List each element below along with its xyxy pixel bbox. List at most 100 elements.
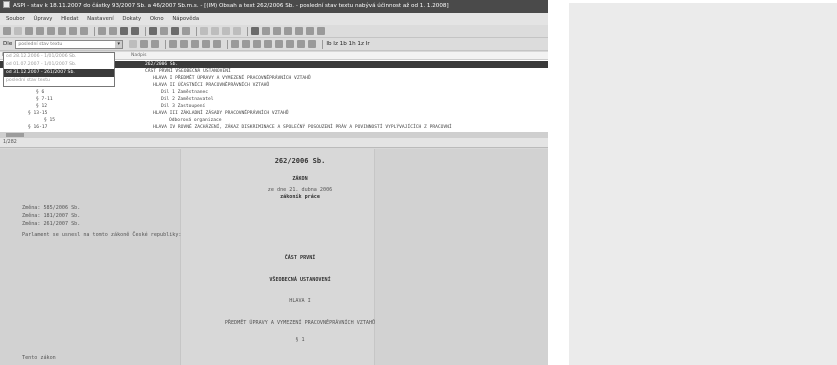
menu-item-soubor[interactable]: Soubor — [6, 16, 25, 22]
toolbar-button[interactable] — [286, 40, 295, 48]
toolbar-button[interactable] — [182, 27, 190, 35]
toc-row[interactable]: § 16-17 HLAVA IV ROVNÉ ZACHÁZENÍ, ZÁKAZ D… — [0, 124, 548, 131]
menu-item-napoveda[interactable]: Nápověda — [172, 16, 199, 22]
toc-row-paragraph: § 12 — [36, 104, 48, 109]
change-row: Změna: 261/2007 Sb. — [22, 221, 80, 227]
toolbar-button[interactable] — [284, 27, 292, 35]
change-link[interactable]: 261/2007 Sb. — [43, 221, 80, 227]
toolbar-glyphs[interactable]: Ib Iz 1b 1h 1z Ir — [326, 41, 369, 47]
toolbar-button[interactable] — [202, 40, 211, 48]
toolbar-button[interactable] — [295, 27, 303, 35]
toc-row-paragraph: § 13-15 — [28, 111, 48, 116]
change-link[interactable]: 585/2006 Sb. — [43, 205, 80, 211]
toolbar-button[interactable] — [273, 27, 281, 35]
toolbar-button[interactable] — [222, 27, 230, 35]
dropdown-option[interactable]: od 31.12.2007 - 261/2007 Sb. — [4, 69, 114, 77]
scrollbar-thumb[interactable] — [6, 133, 24, 137]
toolbar-button[interactable] — [211, 27, 219, 35]
toolbar-button[interactable] — [58, 27, 66, 35]
change-label: Změna: — [22, 213, 41, 219]
version-toolbar: Dle poslední stav textu ▾ Ib Iz 1b 1h 1z… — [0, 38, 548, 51]
toolbar-button[interactable] — [109, 27, 117, 35]
toolbar-button[interactable] — [120, 27, 128, 35]
toolbar-button[interactable] — [262, 27, 270, 35]
toolbar-button[interactable] — [171, 27, 179, 35]
document-view[interactable]: 262/2006 Sb. ZÁKON ze dne 21. dubna 2006… — [0, 149, 548, 365]
toolbar-button[interactable] — [264, 40, 273, 48]
toolbar-button[interactable] — [140, 40, 149, 48]
dropdown-option[interactable]: od 01.07.2007 - 1/01/2007 Sb. — [4, 61, 114, 69]
empty-side-panel — [569, 3, 837, 365]
toc-row-title: Díl 1 Zaměstnanec — [161, 90, 209, 95]
version-select[interactable]: poslední stav textu ▾ — [15, 39, 124, 49]
doc-part-title: VŠEOBECNÁ USTANOVENÍ — [269, 277, 331, 283]
position-status: 1/282 — [0, 138, 548, 148]
toc-row-title: Díl 3 Zastoupení — [161, 104, 206, 109]
doc-preamble: Parlament se usnesl na tomto zákoně Česk… — [22, 232, 182, 238]
toc-row-paragraph: § 7-11 — [36, 97, 53, 102]
toc-row[interactable]: § 6 Díl 1 Zaměstnanec — [0, 89, 548, 96]
toolbar-button[interactable] — [36, 27, 44, 35]
toolbar-button[interactable] — [231, 40, 240, 48]
toolbar-button[interactable] — [131, 27, 139, 35]
dropdown-options: od 28.12.2006 - 1/01/2006 Sb. od 01.07.20… — [4, 53, 114, 85]
toolbar-button[interactable] — [251, 27, 259, 35]
toolbar-button[interactable] — [180, 40, 189, 48]
menu-item-okno[interactable]: Okno — [150, 16, 164, 22]
doc-subject: zákoník práce — [280, 194, 320, 200]
menu-item-hledat[interactable]: Hledat — [61, 16, 78, 22]
dropdown-option[interactable]: poslední stav textu — [4, 77, 114, 85]
toolbar-button[interactable] — [169, 40, 178, 48]
toolbar-button[interactable] — [253, 40, 262, 48]
toolbar-button[interactable] — [233, 27, 241, 35]
toc-row[interactable]: § 13-15 HLAVA III ZÁKLADNÍ ZÁSADY PRACOVN… — [0, 110, 548, 117]
menu-bar: Soubor Úpravy Hledat Nastavení Dokaty Ok… — [0, 13, 548, 25]
doc-kind: ZÁKON — [292, 176, 308, 182]
toc-row-paragraph: § 15 — [44, 118, 56, 123]
toc-row[interactable]: § 7-11 Díl 2 Zaměstnavatel — [0, 96, 548, 103]
toolbar-separator — [247, 26, 248, 36]
toolbar-button[interactable] — [14, 27, 22, 35]
toc-row[interactable]: § 15 Odborová organizace — [0, 117, 548, 124]
doc-date: ze dne 21. dubna 2006 — [267, 187, 333, 193]
version-dropdown-list[interactable]: od 28.12.2006 - 1/01/2006 Sb. od 01.07.20… — [3, 52, 115, 87]
toc-row[interactable]: § 12 Díl 3 Zastoupení — [0, 103, 548, 110]
toolbar-button[interactable] — [306, 27, 314, 35]
menu-item-nastaveni[interactable]: Nastavení — [87, 16, 114, 22]
toolbar-button[interactable] — [47, 27, 55, 35]
toolbar-button[interactable] — [25, 27, 33, 35]
toc-row-paragraph: § 16-17 — [28, 125, 48, 130]
toolbar-separator — [196, 26, 197, 36]
toolbar-button[interactable] — [129, 40, 138, 48]
toc-row-title: HLAVA I PŘEDMĚT ÚPRAVY A VYMEZENÍ PRACOV… — [153, 76, 311, 81]
change-row: Změna: 585/2006 Sb. — [22, 205, 80, 211]
menu-item-upravy[interactable]: Úpravy — [33, 16, 52, 22]
dropdown-option[interactable]: od 28.12.2006 - 1/01/2006 Sb. — [4, 53, 114, 61]
toolbar-button[interactable] — [213, 40, 222, 48]
version-select-value: poslední stav textu — [18, 41, 63, 47]
app-icon — [3, 1, 10, 8]
toolbar-separator — [94, 26, 95, 36]
toc-row-title: Odborová organizace — [169, 118, 222, 123]
toolbar-button[interactable] — [160, 27, 168, 35]
toolbar-button[interactable] — [191, 40, 200, 48]
toolbar-button[interactable] — [3, 27, 11, 35]
toolbar-button[interactable] — [297, 40, 306, 48]
toolbar-button[interactable] — [200, 27, 208, 35]
toc-row-title: 262/2006 Sb. — [145, 62, 179, 67]
toolbar-button[interactable] — [69, 27, 77, 35]
toc-row-title: HLAVA IV ROVNÉ ZACHÁZENÍ, ZÁKAZ DISKRIMI… — [153, 125, 452, 130]
chevron-down-icon[interactable]: ▾ — [115, 40, 123, 48]
toolbar-button[interactable] — [80, 27, 88, 35]
toolbar-button[interactable] — [151, 40, 160, 48]
doc-number: 262/2006 Sb. — [274, 157, 326, 165]
change-link[interactable]: 181/2007 Sb. — [43, 213, 80, 219]
menu-item-dokaty[interactable]: Dokaty — [122, 16, 141, 22]
toolbar-button[interactable] — [149, 27, 157, 35]
toolbar-button[interactable] — [242, 40, 251, 48]
doc-footer-text: Tento zákon — [22, 355, 56, 361]
toolbar-button[interactable] — [308, 40, 317, 48]
toolbar-button[interactable] — [275, 40, 284, 48]
toolbar-button[interactable] — [317, 27, 325, 35]
toolbar-button[interactable] — [98, 27, 106, 35]
